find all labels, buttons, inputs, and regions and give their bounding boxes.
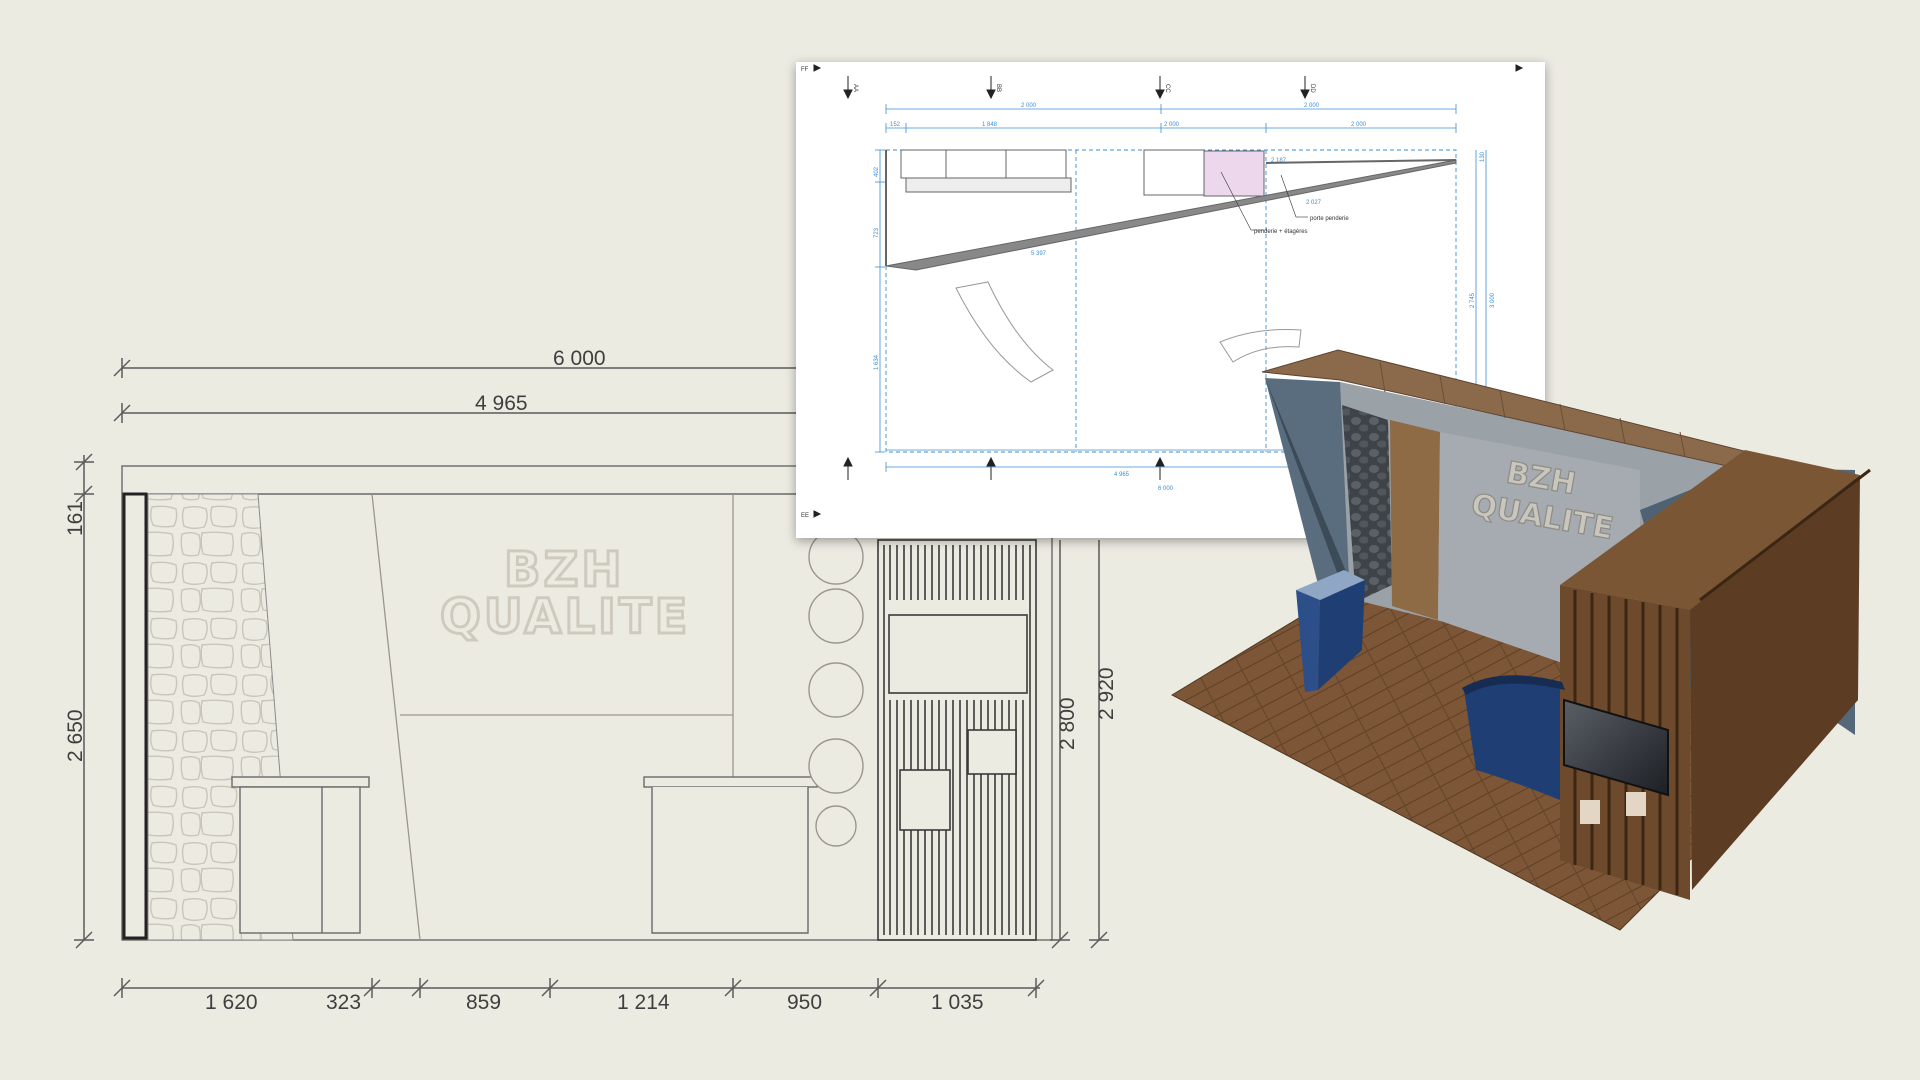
cork-panel [1390, 420, 1440, 620]
booth-3d-render: BZH QUALITE [1170, 349, 1871, 931]
